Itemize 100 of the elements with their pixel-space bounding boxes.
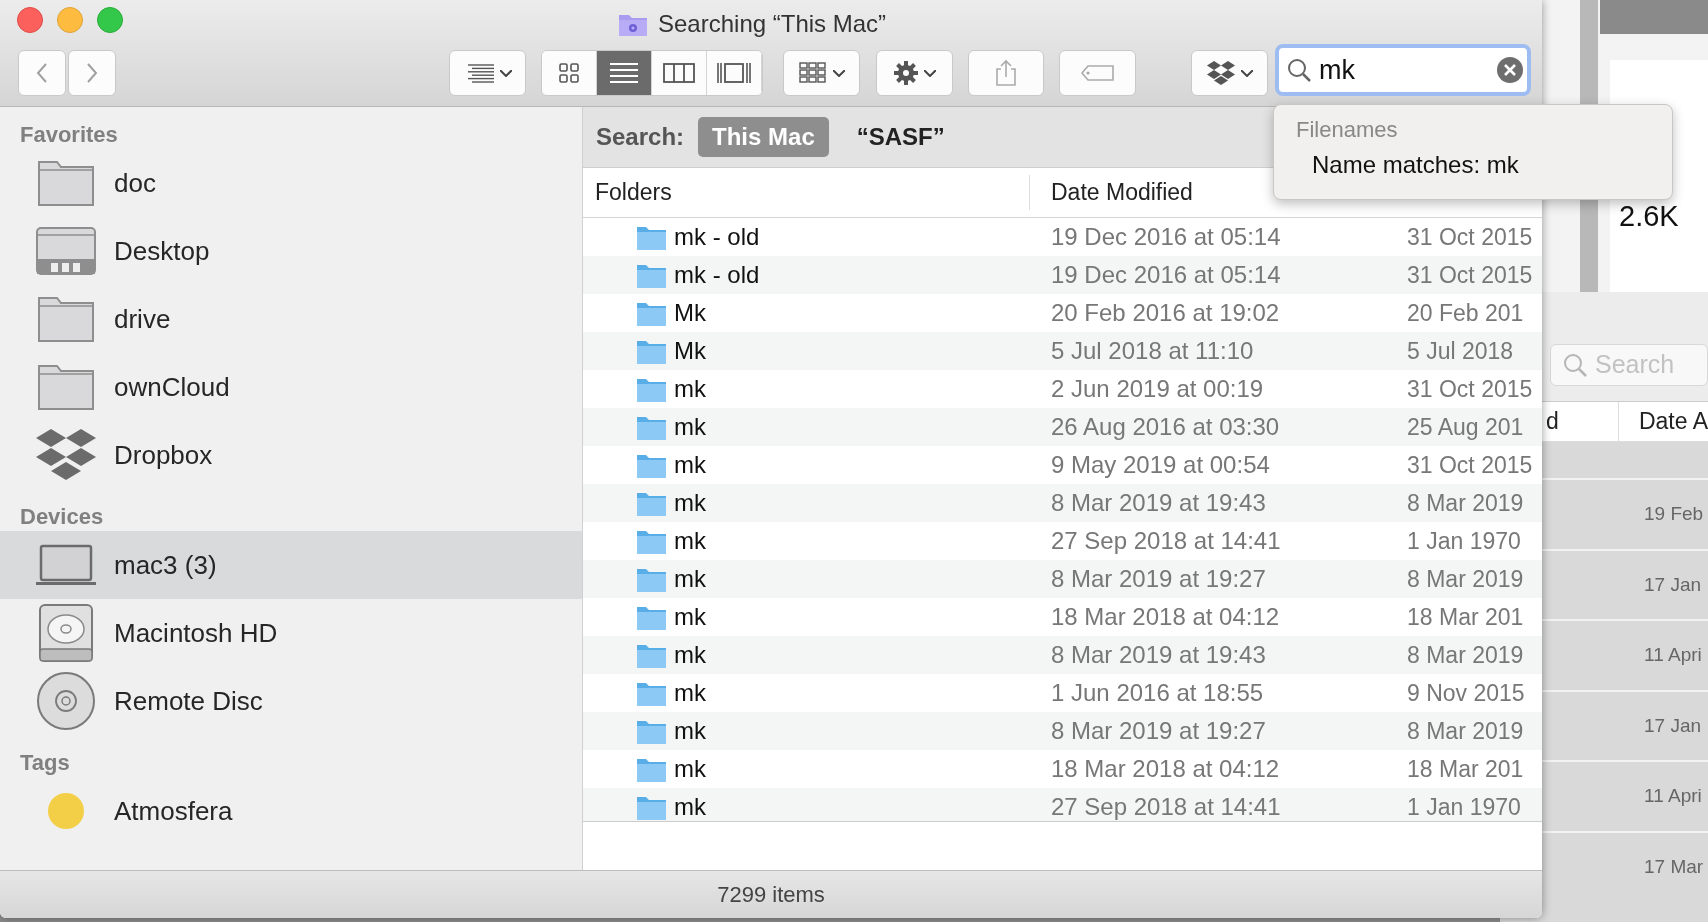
table-cell-text: 18 Mar 201 [1407, 602, 1524, 632]
gallery-icon [717, 62, 751, 84]
file-name: Mk [674, 336, 706, 366]
table-cell-text: 18 Mar 2018 at 04:12 [1050, 754, 1281, 784]
file-name: Mk [674, 298, 706, 328]
laptop-icon [35, 543, 97, 587]
caret-icon [499, 69, 512, 77]
view-mode-button[interactable] [597, 51, 652, 95]
dropbox-icon [1206, 61, 1235, 85]
close-button[interactable] [17, 7, 43, 33]
table-cell-text: 31 Oct 2015 [1407, 222, 1533, 252]
clear-icon[interactable] [1497, 57, 1523, 83]
sidebar-item[interactable]: Macintosh HD [0, 599, 582, 667]
view-mode-selector[interactable] [541, 50, 763, 96]
zoom-button[interactable] [97, 7, 123, 33]
file-name: mk [674, 792, 706, 821]
sidebar-item[interactable]: mac3 (3) [0, 531, 582, 599]
tag-dot [48, 793, 84, 829]
tag-icon [1080, 64, 1115, 82]
table-cell-text: 8 Mar 2019 at 19:27 [1050, 564, 1267, 594]
column-header[interactable]: Folders [595, 175, 672, 210]
file-name: mk [674, 754, 706, 784]
caret-icon [832, 69, 845, 77]
table-cell-text: 18 Mar 201 [1407, 754, 1524, 784]
table-cell-text: 17 Mar [1644, 854, 1704, 879]
table-cell-text: 8 Mar 2019 at 19:43 [1050, 640, 1267, 670]
table-cell-text: 9 Nov 2015 [1407, 678, 1525, 708]
view-mode-button[interactable] [542, 51, 597, 95]
grid-icon [559, 63, 579, 83]
table-cell-text: 20 Feb 201 [1407, 298, 1524, 328]
file-name: mk [674, 564, 706, 594]
item-count: 7299 items [717, 881, 825, 909]
group-menu-button[interactable] [783, 50, 860, 96]
dropbox-menu-button[interactable] [1191, 50, 1268, 96]
search-scope-label: Search: [596, 122, 685, 152]
table-cell-text: 8 Mar 2019 at 19:27 [1050, 716, 1267, 746]
size-label: 2.6K [1619, 199, 1679, 234]
caret-icon [923, 69, 936, 77]
table-cell-text: 27 Sep 2018 at 14:41 [1050, 526, 1282, 556]
column-header[interactable]: d [1546, 404, 1559, 439]
file-name: mk [674, 640, 706, 670]
file-name: mk [674, 678, 706, 708]
hard-drive-icon [37, 603, 95, 663]
table-cell-text: 1 Jan 1970 [1407, 792, 1521, 821]
column-header[interactable]: Date Modified [1051, 179, 1193, 206]
table-cell-text: 8 Mar 2019 at 19:43 [1050, 488, 1267, 518]
table-cell-text: 31 Oct 2015 [1407, 260, 1533, 290]
table-cell-text: 8 Mar 2019 [1407, 564, 1524, 594]
table-cell-text: 19 Feb [1644, 502, 1704, 526]
file-name: mk [674, 716, 706, 746]
sidebar-item[interactable]: drive [0, 285, 582, 353]
search-field[interactable]: mk [1275, 44, 1531, 96]
file-name: mk [674, 450, 706, 480]
table-cell-text: 17 Jan [1644, 572, 1702, 597]
file-name: mk [674, 602, 706, 632]
disc-icon [36, 671, 96, 731]
desktop-icon [35, 225, 97, 277]
section-heading: Devices [19, 503, 105, 531]
file-name: mk [674, 488, 706, 518]
menu-item[interactable]: Name matches: mk [1274, 146, 1525, 184]
table-cell-text: 11 Apri [1644, 784, 1702, 808]
table-cell-text: 1 Jun 2016 at 18:55 [1050, 678, 1265, 708]
sidebar-item[interactable]: ownCloud [0, 353, 582, 421]
chevron-left-icon [34, 61, 50, 85]
table-cell-text: 5 Jul 2018 [1407, 336, 1514, 366]
table-cell-text: 27 Sep 2018 at 14:41 [1050, 792, 1282, 821]
file-name: mk [674, 526, 706, 556]
table-cell-text: 31 Oct 2015 [1407, 374, 1533, 404]
table-cell-text: 8 Mar 2019 [1407, 488, 1524, 518]
table-cell-text: 18 Mar 2018 at 04:12 [1050, 602, 1281, 632]
table-cell-text: 31 Oct 2015 [1407, 450, 1533, 480]
search-icon [1287, 58, 1311, 82]
table-cell-text: 20 Feb 2016 at 19:02 [1050, 298, 1281, 328]
column-header[interactable]: Date A [1638, 408, 1708, 435]
table-cell-text: 2 Jun 2019 at 00:19 [1050, 374, 1265, 404]
arrange-menu-button[interactable] [449, 50, 526, 96]
table-cell-text: 17 Jan [1644, 713, 1702, 738]
window-title: Searching “This Mac” [658, 9, 887, 39]
folder-icon [36, 294, 96, 344]
folder-icon [36, 362, 96, 412]
scope-button[interactable]: “SASF” [842, 117, 959, 157]
sidebar-item[interactable]: Remote Disc [0, 667, 582, 735]
settings-icon [893, 61, 918, 85]
sidebar-item[interactable]: Atmosfera [0, 777, 582, 845]
section-heading: Tags [19, 749, 71, 777]
sidebar-item[interactable]: doc [0, 149, 582, 217]
sidebar-item[interactable]: Dropbox [0, 421, 582, 489]
share-icon [994, 59, 1018, 87]
chevron-right-icon [84, 61, 100, 85]
table-cell-text: 19 Dec 2016 at 05:14 [1050, 222, 1282, 252]
table-cell-text: 11 Apri [1644, 643, 1702, 667]
grid-icon [798, 62, 827, 84]
dropbox-icon [36, 429, 96, 481]
table-cell-text: 5 Jul 2018 at 11:10 [1050, 336, 1255, 366]
table-cell-text: 26 Aug 2016 at 03:30 [1050, 412, 1281, 442]
list-icon [610, 62, 638, 84]
menu-heading: Filenames [1295, 116, 1398, 144]
file-name: mk - old [674, 222, 760, 252]
sidebar-item[interactable]: Desktop [0, 217, 582, 285]
action-menu-button[interactable] [876, 50, 953, 96]
